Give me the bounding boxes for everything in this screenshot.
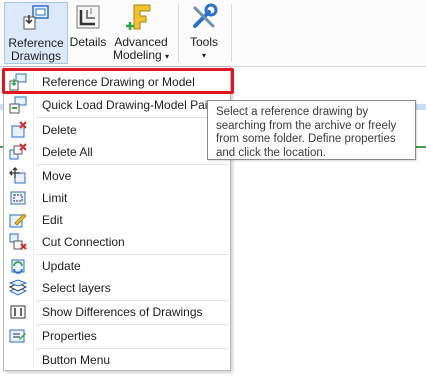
- cut-connection-icon: [9, 233, 27, 250]
- tools-label: Tools: [189, 35, 218, 49]
- show-differences-icon: [10, 305, 26, 319]
- menu-item-quick-load[interactable]: Quick Load Drawing-Model Pair: [5, 94, 229, 115]
- advanced-modeling-icon: [126, 4, 151, 30]
- menu-item-update[interactable]: Update: [5, 255, 229, 276]
- details-label: Details: [69, 35, 107, 49]
- menu-item-delete[interactable]: Delete: [5, 119, 229, 140]
- menu-item-label: Update: [42, 259, 81, 273]
- menu-item-label: Cut Connection: [42, 235, 125, 249]
- menu-item-show-differences[interactable]: Show Differences of Drawings: [5, 301, 229, 322]
- tools-button[interactable]: Tools ▾: [184, 2, 224, 62]
- chevron-down-icon: ▾: [165, 52, 170, 61]
- reference-drawings-menu: Reference Drawing or Model Quick Load Dr…: [3, 66, 231, 371]
- menu-item-label: Properties: [42, 329, 97, 343]
- delete-all-icon: [9, 143, 27, 160]
- reference-drawings-button[interactable]: Reference Drawings ▾: [4, 2, 68, 74]
- menu-item-select-layers[interactable]: Select layers: [5, 277, 229, 298]
- ribbon-separator: [231, 4, 232, 62]
- select-layers-icon: [9, 279, 27, 296]
- chevron-down-icon: ▾: [201, 51, 206, 60]
- menu-item-label: Button Menu: [42, 353, 111, 367]
- reference-drawings-label-line2: Drawings: [10, 49, 61, 63]
- limit-icon: [10, 191, 26, 205]
- menu-item-label: Edit: [42, 213, 63, 227]
- menu-item-label: Delete: [42, 123, 77, 137]
- tools-icon: [193, 3, 218, 28]
- menu-item-label: Show Differences of Drawings: [42, 305, 203, 319]
- ribbon: Reference Drawings ▾ Details ▾ Advanced …: [0, 0, 426, 74]
- ribbon-separator: [178, 4, 179, 62]
- details-button[interactable]: Details ▾: [69, 2, 107, 73]
- move-icon: [9, 167, 26, 184]
- menu-item-label: Delete All: [42, 145, 93, 159]
- details-icon: [76, 5, 100, 29]
- advanced-modeling-label-line2: Modeling: [112, 48, 162, 62]
- menu-item-edit[interactable]: Edit: [5, 209, 229, 230]
- properties-icon: [9, 329, 26, 343]
- menu-item-properties[interactable]: Properties: [5, 325, 229, 346]
- menu-item-button-menu[interactable]: Button Menu: [5, 349, 229, 370]
- advanced-modeling-button[interactable]: Advanced Modeling ▾: [111, 2, 171, 62]
- menu-item-move[interactable]: Move: [5, 165, 229, 186]
- reference-drawings-icon: [23, 5, 49, 30]
- update-icon: [11, 259, 25, 274]
- menu-item-delete-all[interactable]: Delete All: [5, 141, 229, 162]
- quick-load-icon: [9, 96, 27, 114]
- menu-separator: [36, 117, 228, 118]
- menu-item-label: Limit: [42, 191, 68, 205]
- edit-icon: [9, 213, 27, 228]
- tooltip: Select a reference drawing by searching …: [207, 100, 416, 160]
- menu-item-label: Quick Load Drawing-Model Pair: [42, 98, 212, 112]
- delete-icon: [11, 121, 27, 138]
- menu-item-label: Select layers: [42, 281, 111, 295]
- tooltip-text: Select a reference drawing by searching …: [216, 106, 397, 159]
- menu-item-cut-connection[interactable]: Cut Connection: [5, 231, 229, 252]
- highlight-box: [2, 68, 234, 94]
- menu-item-limit[interactable]: Limit: [5, 187, 229, 208]
- menu-item-label: Move: [42, 169, 72, 183]
